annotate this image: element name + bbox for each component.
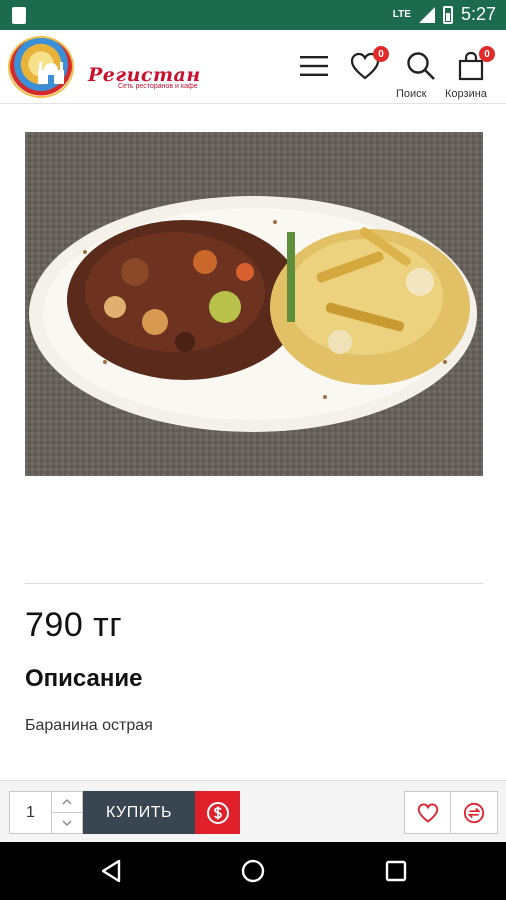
increment-button[interactable] bbox=[52, 792, 82, 813]
logo[interactable] bbox=[8, 36, 74, 98]
sim-notification-icon bbox=[12, 7, 26, 24]
description-text: Баранина острая bbox=[25, 717, 153, 734]
status-time: 5:27 bbox=[460, 4, 496, 24]
menu-button[interactable] bbox=[296, 48, 332, 84]
status-icons: LTE 5:27 bbox=[393, 4, 496, 25]
cart-badge: 0 bbox=[479, 46, 495, 62]
back-button[interactable] bbox=[99, 859, 123, 883]
network-type: LTE bbox=[392, 9, 411, 20]
cart-label[interactable]: Корзина bbox=[445, 88, 487, 100]
divider bbox=[25, 583, 483, 584]
dollar-coin-icon bbox=[206, 801, 229, 824]
hamburger-icon bbox=[300, 56, 328, 76]
mosque-icon bbox=[38, 62, 64, 84]
plated-dish-illustration bbox=[25, 132, 483, 476]
chevron-down-icon bbox=[62, 820, 72, 826]
chevron-up-icon bbox=[62, 799, 72, 805]
add-to-wishlist-button[interactable] bbox=[404, 791, 451, 834]
quantity-stepper[interactable]: 1 bbox=[9, 791, 83, 834]
search-icon bbox=[407, 52, 435, 80]
quantity-input[interactable]: 1 bbox=[10, 792, 52, 833]
app-header: Регистан Сеть ресторанов и кафе 0 Поиск … bbox=[0, 30, 506, 104]
buy-button[interactable]: КУПИТЬ bbox=[83, 791, 195, 834]
product-image[interactable] bbox=[25, 132, 483, 476]
search-button[interactable] bbox=[403, 48, 439, 84]
description-heading: Описание bbox=[25, 665, 143, 692]
status-bar: LTE 5:27 bbox=[0, 0, 506, 30]
heart-icon bbox=[417, 802, 438, 823]
buy-bar: 1 КУПИТЬ bbox=[0, 780, 506, 842]
one-click-buy-button[interactable] bbox=[195, 791, 240, 834]
signal-icon bbox=[418, 6, 435, 23]
compare-button[interactable] bbox=[451, 791, 498, 834]
decrement-button[interactable] bbox=[52, 813, 82, 833]
compare-arrows-icon bbox=[463, 802, 485, 823]
battery-icon bbox=[442, 5, 453, 24]
system-nav-bar bbox=[0, 842, 506, 900]
product-price: 790 тг bbox=[25, 606, 123, 644]
brand-subtitle: Сеть ресторанов и кафе bbox=[118, 83, 198, 90]
search-label[interactable]: Поиск bbox=[396, 88, 426, 100]
quantity-arrows bbox=[52, 792, 82, 833]
recents-square-icon bbox=[385, 860, 407, 882]
home-button[interactable] bbox=[241, 859, 265, 883]
back-triangle-icon bbox=[101, 859, 121, 883]
recents-button[interactable] bbox=[384, 859, 408, 883]
wishlist-badge: 0 bbox=[373, 46, 389, 62]
home-circle-icon bbox=[241, 859, 265, 883]
